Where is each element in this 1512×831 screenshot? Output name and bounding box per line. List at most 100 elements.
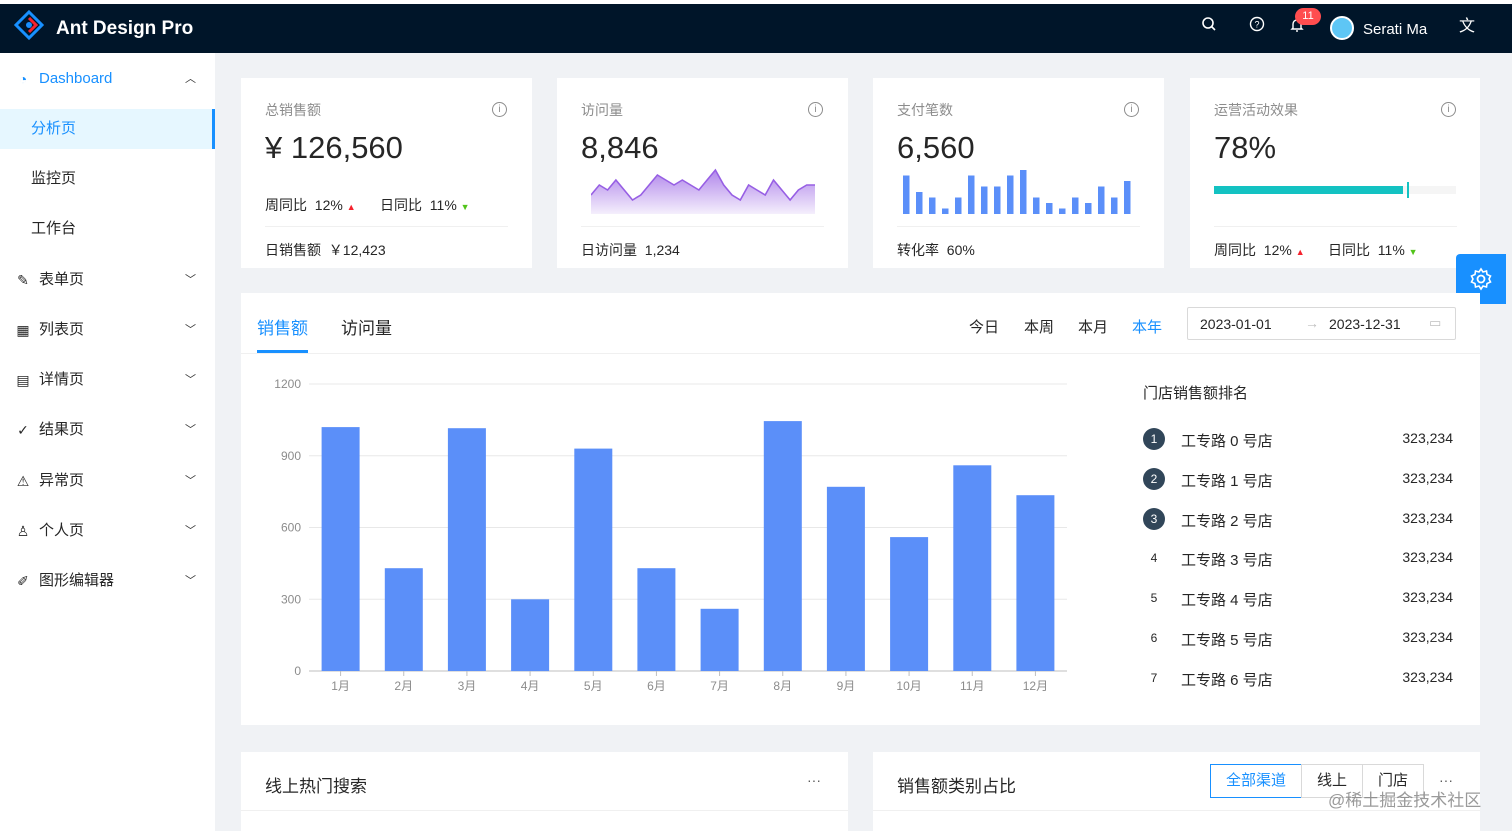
sidebar-item-result[interactable]: ✓ 结果页 ﹀ (0, 410, 215, 450)
app-title[interactable]: Ant Design Pro (56, 18, 193, 40)
compare-label: 周同比 (1214, 242, 1256, 258)
payment-bar (1059, 208, 1066, 214)
footer-value: ￥12,423 (328, 242, 386, 258)
info-icon[interactable]: i (492, 102, 507, 117)
date-start-input[interactable]: 2023-01-01 (1200, 316, 1272, 332)
divider (1214, 226, 1457, 227)
payments-bar-chart (903, 170, 1131, 214)
range-week[interactable]: 本周 (1024, 316, 1054, 337)
footer-label: 日销售额 (265, 242, 321, 258)
chevron-down-icon: ﹀ (185, 525, 196, 537)
card-title: 线上热门搜索 (265, 777, 367, 796)
chevron-down-icon: ﹀ (185, 274, 196, 286)
y-tick-label: 300 (281, 592, 301, 606)
rank-store-value: 323,234 (1402, 509, 1453, 526)
tab-visits[interactable]: 访问量 (341, 314, 392, 339)
compare-value: 12% (314, 197, 343, 213)
notification-badge: 11 (1295, 8, 1321, 25)
more-icon[interactable]: ··· (807, 772, 821, 788)
bar-8月[interactable] (763, 421, 802, 671)
bar-6月[interactable] (637, 568, 676, 671)
bar-12月[interactable] (1016, 495, 1055, 671)
info-icon[interactable]: i (1441, 102, 1456, 117)
payment-bar (981, 186, 988, 214)
divider (241, 810, 848, 811)
week-compare: 周同比 12% ▲ (1214, 240, 1305, 260)
ranking-item: 3 工专路 2 号店 323,234 (1143, 507, 1453, 532)
search-icon[interactable] (1199, 16, 1219, 36)
footer-label: 转化率 (897, 242, 939, 258)
sidebar-item-analysis[interactable]: 分析页 (0, 109, 215, 149)
ranking-item: 4 工专路 3 号店 323,234 (1143, 547, 1453, 571)
rank-store-value: 323,234 (1402, 629, 1453, 645)
y-tick-label: 0 (294, 664, 301, 678)
top-header: Ant Design Pro ? 11 Serati Ma 文 (0, 0, 1512, 53)
payment-bar (955, 197, 962, 214)
x-tick-label: 6月 (647, 679, 666, 693)
visits-area-fill (591, 170, 815, 214)
stat-title: 支付笔数 (897, 102, 953, 118)
tab-sales[interactable]: 销售额 (257, 314, 308, 339)
bar-1月[interactable] (321, 427, 360, 671)
bar-5月[interactable] (574, 448, 613, 671)
highlight-icon: ✐ (17, 573, 29, 589)
payment-bar (1111, 197, 1118, 214)
caret-down-icon: ▼ (1408, 247, 1418, 257)
stat-footer: 日访问量 1,234 (581, 240, 680, 260)
tabs-divider (241, 353, 1480, 354)
payment-bar (903, 175, 910, 214)
sidebar-item-dashboard[interactable]: ◔ Dashboard ︿ (0, 59, 215, 99)
sidebar-item-editor[interactable]: ✐ 图形编辑器 ﹀ (0, 561, 215, 601)
rank-store-value: 323,234 (1402, 668, 1453, 685)
bar-9月[interactable] (826, 486, 865, 671)
bar-11月[interactable] (953, 465, 992, 671)
sidebar-item-list[interactable]: ▦ 列表页 ﹀ (0, 310, 215, 350)
stat-value: 8,846 (581, 130, 659, 165)
x-tick-label: 3月 (458, 679, 477, 693)
info-icon[interactable]: i (808, 102, 823, 117)
stat-title: 总销售额 (265, 102, 321, 118)
bar-4月[interactable] (511, 599, 550, 672)
rank-store-value: 323,234 (1402, 430, 1453, 446)
date-range-picker[interactable]: 2023-01-01 → 2023-12-31 ▭ (1187, 307, 1456, 340)
footer-label: 日访问量 (581, 242, 637, 258)
warning-icon: ⚠ (16, 473, 30, 489)
bar-10月[interactable] (890, 537, 929, 671)
rank-store-name: 工专路 0 号店 (1181, 433, 1273, 450)
rank-number: 4 (1150, 551, 1158, 566)
bar-2月[interactable] (384, 568, 423, 671)
caret-up-icon: ▲ (346, 202, 356, 212)
channel-all-button[interactable]: 全部渠道 (1210, 764, 1302, 798)
sidebar-item-account[interactable]: ♙ 个人页 ﹀ (0, 511, 215, 551)
x-tick-label: 2月 (394, 679, 413, 693)
stat-card-sales: 总销售额 i ¥ 126,560 周同比 12% ▲ 日同比 11% ▼ 日销售… (241, 78, 532, 268)
payment-bar (1033, 197, 1040, 214)
bar-7月[interactable] (700, 608, 739, 671)
bar-3月[interactable] (447, 428, 486, 671)
range-month[interactable]: 本月 (1078, 316, 1108, 337)
range-today[interactable]: 今日 (969, 316, 999, 337)
ranking-title: 门店销售额排名 (1143, 385, 1249, 402)
sales-panel: 销售额 访问量 今日 本周 本月 本年 2023-01-01 → 2023-12… (241, 293, 1480, 725)
user-name[interactable]: Serati Ma (1363, 21, 1427, 38)
rank-store-value: 323,234 (1402, 549, 1453, 566)
ranking-item: 6 工专路 5 号店 323,234 (1143, 627, 1453, 651)
help-icon[interactable]: ? (1247, 16, 1267, 36)
date-end-input[interactable]: 2023-12-31 (1329, 316, 1401, 332)
progress-track (1214, 186, 1456, 194)
rank-store-value: 323,234 (1402, 589, 1453, 606)
sidebar-item-workplace[interactable]: 工作台 (0, 209, 215, 249)
profile-icon: ▤ (16, 372, 30, 388)
x-tick-label: 4月 (521, 679, 540, 693)
range-year[interactable]: 本年 (1132, 316, 1162, 337)
sidebar-item-profile[interactable]: ▤ 详情页 ﹀ (0, 360, 215, 400)
logo-icon[interactable] (14, 10, 44, 40)
sidebar-item-exception[interactable]: ⚠ 异常页 ﹀ (0, 461, 215, 501)
info-icon[interactable]: i (1124, 102, 1139, 117)
payment-bar (994, 186, 1001, 214)
avatar[interactable] (1330, 16, 1354, 40)
language-icon[interactable]: 文 (1457, 17, 1477, 37)
sidebar-item-form[interactable]: ✎ 表单页 ﹀ (0, 260, 215, 300)
hot-search-card: 线上热门搜索 ··· (241, 752, 848, 831)
sidebar-item-monitor[interactable]: 监控页 (0, 159, 215, 199)
